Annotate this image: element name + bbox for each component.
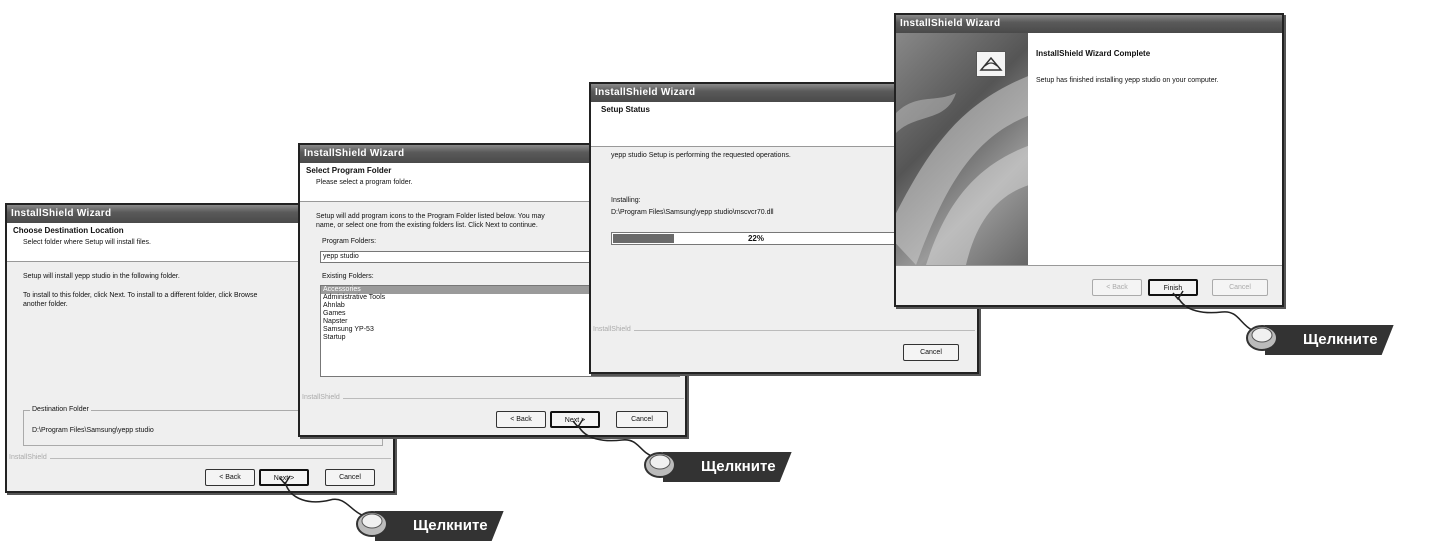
pointer-line-2 <box>577 424 653 457</box>
mouse-click-icon <box>644 452 676 478</box>
pointer-line-3 <box>1177 296 1253 331</box>
mouse-click-icon <box>1246 325 1278 351</box>
pointer-arrow-2 <box>572 418 584 429</box>
callout-label: Щелкните <box>1265 325 1394 355</box>
pointer-arrow-3 <box>1172 290 1184 301</box>
callout-label: Щелкните <box>375 511 504 541</box>
pointer-arrow-1 <box>279 475 291 486</box>
callout-label: Щелкните <box>663 452 792 482</box>
mouse-click-icon <box>356 511 388 537</box>
pointer-line-1 <box>284 481 363 516</box>
